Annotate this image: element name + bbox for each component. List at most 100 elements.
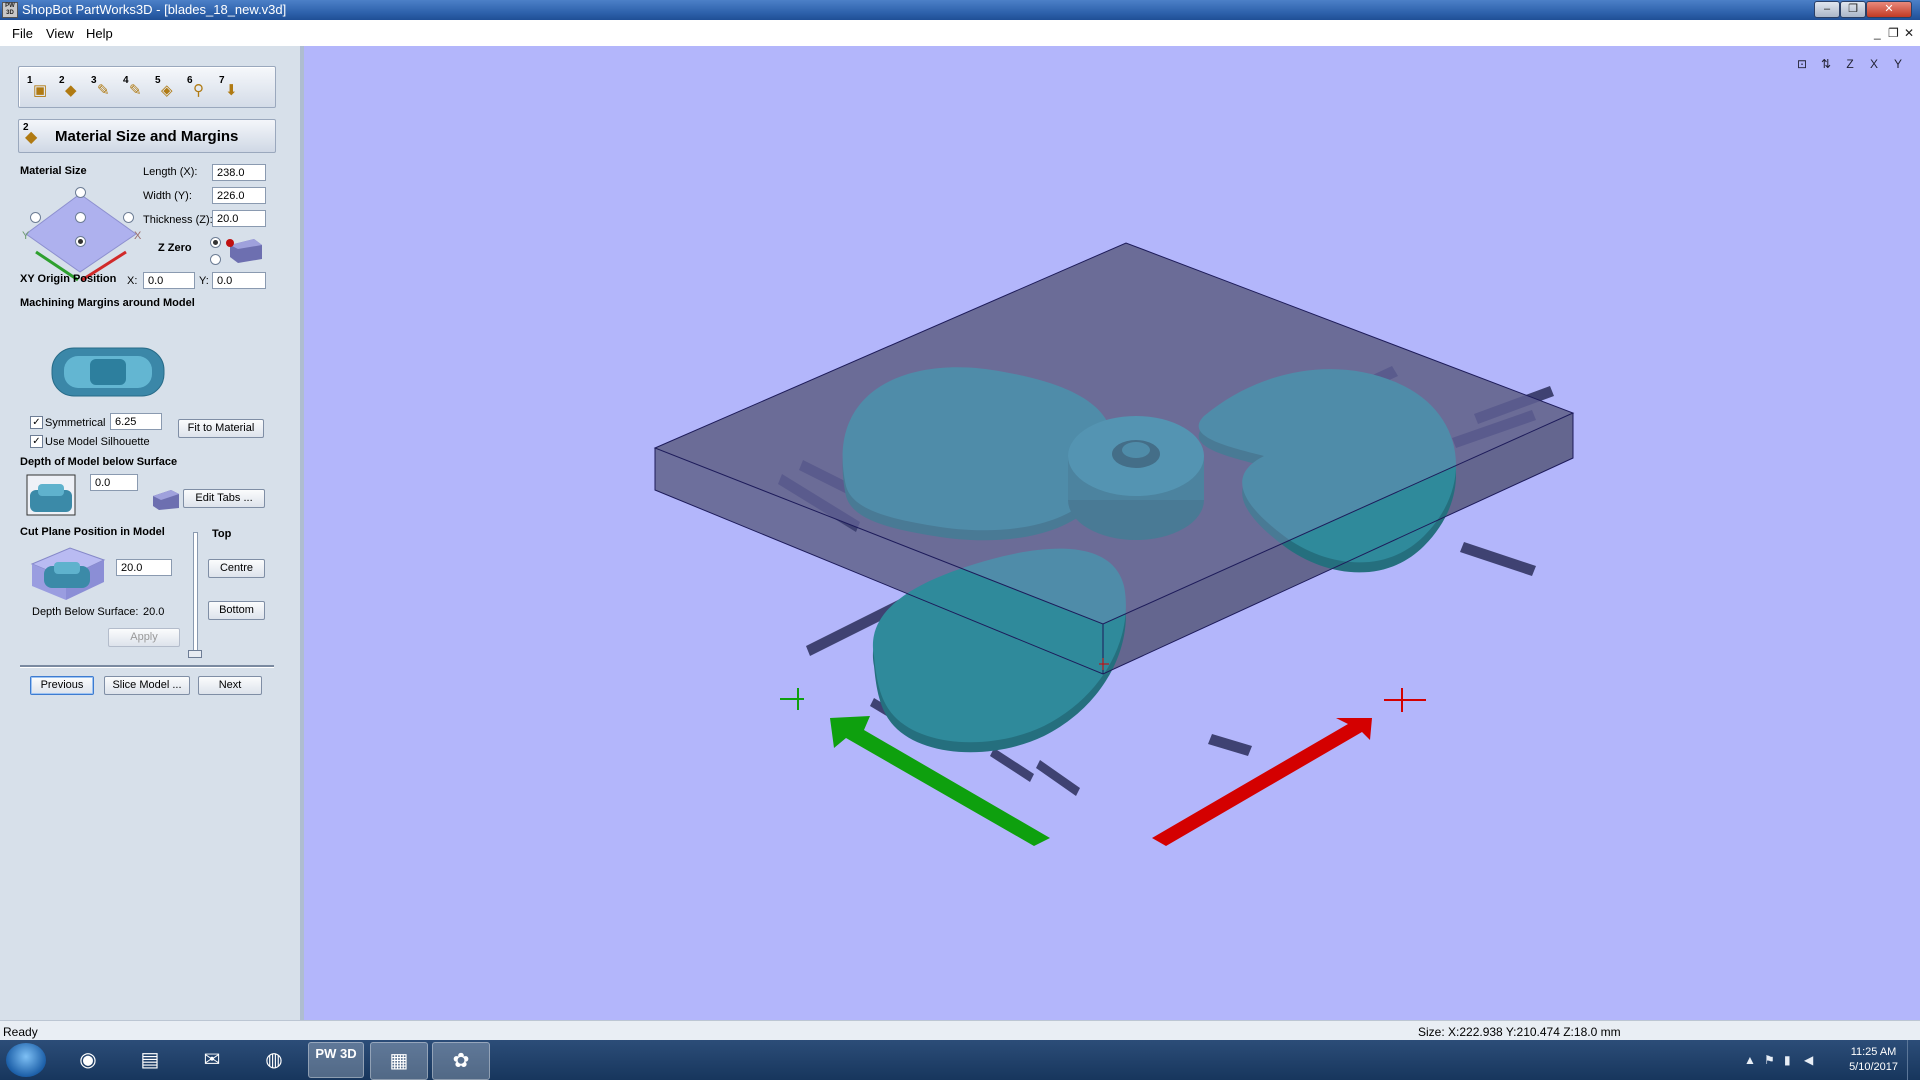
cut-plane-slider-thumb[interactable] <box>188 650 202 658</box>
y-axis-marker <box>780 688 804 710</box>
y-view-icon[interactable]: Y <box>1888 54 1908 74</box>
action-center-icon[interactable]: ⚑ <box>1764 1053 1775 1067</box>
network-icon[interactable]: ▮ <box>1784 1053 1791 1067</box>
slice-model-button[interactable]: Slice Model ... <box>104 676 190 695</box>
width-label: Width (Y): <box>143 190 192 202</box>
top-label: Top <box>212 528 232 540</box>
stage-5-button[interactable]: 5 ◈ <box>153 75 179 99</box>
xy-origin-heading: XY Origin Position <box>20 273 117 285</box>
z-view-icon[interactable]: Z <box>1840 54 1860 74</box>
firefox-icon[interactable]: ◍ <box>246 1042 302 1078</box>
thickness-input[interactable]: 20.0 <box>212 210 266 227</box>
origin-radio-right[interactable] <box>123 212 134 223</box>
paint-icon[interactable]: ✿ <box>432 1042 490 1080</box>
iso-view-icon[interactable]: ⇅ <box>1816 54 1836 74</box>
close-button[interactable]: ✕ <box>1866 1 1912 18</box>
menu-view[interactable]: View <box>46 26 74 41</box>
tabs-icon: ◈ <box>161 82 173 99</box>
title-bar: PW 3D ShopBot PartWorks3D - [blades_18_n… <box>0 0 1920 20</box>
z-zero-top-radio[interactable] <box>210 237 221 248</box>
origin-y-input[interactable]: 0.0 <box>212 272 266 289</box>
status-text: Ready <box>3 1025 38 1039</box>
origin-radio-bottom[interactable] <box>75 236 86 247</box>
apply-button[interactable]: Apply <box>108 628 180 647</box>
bottom-button[interactable]: Bottom <box>208 601 265 620</box>
symmetrical-checkbox[interactable]: ✓ <box>30 416 43 429</box>
system-tray: ▲ ⚑ ▮ ◀ 11:25 AM 5/10/2017 <box>1730 1040 1920 1080</box>
partworks3d-icon[interactable]: PW 3D <box>308 1042 364 1078</box>
y-axis-label: Y <box>22 230 30 242</box>
stage-toolbar: 1 ▣ 2 ◆ 3 ✎ 4 ✎ 5 ◈ 6 ⚲ 7 ⬇ <box>18 66 276 108</box>
chrome-icon[interactable]: ◉ <box>60 1042 116 1078</box>
restore-button[interactable]: ❐ <box>1840 1 1866 18</box>
origin-radio-left[interactable] <box>30 212 41 223</box>
use-silhouette-label: Use Model Silhouette <box>45 436 150 448</box>
model-icon: ▣ <box>33 82 48 99</box>
window-title: ShopBot PartWorks3D - [blades_18_new.v3d… <box>22 2 287 17</box>
centre-button[interactable]: Centre <box>208 559 265 578</box>
z-zero-block-icon <box>226 239 262 263</box>
margins-heading: Machining Margins around Model <box>20 297 195 309</box>
minimize-button[interactable]: – <box>1814 1 1840 18</box>
width-input[interactable]: 226.0 <box>212 187 266 204</box>
stage-3-button[interactable]: 3 ✎ <box>89 75 115 99</box>
origin-y-label: Y: <box>199 275 209 287</box>
files-icon[interactable]: ✉ <box>184 1042 240 1078</box>
symmetrical-label: Symmetrical <box>45 417 106 429</box>
fit-to-material-button[interactable]: Fit to Material <box>178 419 264 438</box>
stage-6-button[interactable]: 6 ⚲ <box>185 75 211 99</box>
model-silhouette-preview <box>51 347 165 397</box>
x-axis-marker <box>1384 688 1426 712</box>
taskbar: ◉ ▤ ✉ ◍ PW 3D ▦ ✿ ▲ ⚑ ▮ ◀ 11:25 AM 5/10/… <box>0 1040 1920 1080</box>
depth-heading: Depth of Model below Surface <box>20 456 178 468</box>
stage-2-button[interactable]: 2 ◆ <box>57 75 83 99</box>
model-size-readout: Size: X:222.938 Y:210.474 Z:18.0 mm <box>1418 1025 1621 1039</box>
start-button[interactable] <box>6 1043 46 1077</box>
status-bar: Ready Size: X:222.938 Y:210.474 Z:18.0 m… <box>0 1020 1920 1041</box>
tray-expand-icon[interactable]: ▲ <box>1744 1053 1756 1067</box>
menu-file[interactable]: File <box>12 26 33 41</box>
tabs-block-icon <box>153 490 179 510</box>
previous-button[interactable]: Previous <box>30 676 94 695</box>
length-input[interactable]: 238.0 <box>212 164 266 181</box>
save-icon: ⬇ <box>225 82 238 99</box>
z-zero-bottom-radio[interactable] <box>210 254 221 265</box>
length-label: Length (X): <box>143 166 198 178</box>
menu-bar: File View Help _ ❐ ✕ <box>0 20 1920 47</box>
x-view-icon[interactable]: X <box>1864 54 1884 74</box>
mdi-minimize-button[interactable]: _ <box>1874 26 1881 40</box>
cut-plane-input[interactable]: 20.0 <box>116 559 172 576</box>
finish-icon: ✎ <box>129 82 142 99</box>
mdi-restore-button[interactable]: ❐ <box>1888 26 1899 40</box>
depth-input[interactable]: 0.0 <box>90 474 138 491</box>
3d-viewport[interactable]: ⊡ ⇅ Z X Y <box>304 46 1920 1020</box>
menu-help[interactable]: Help <box>86 26 113 41</box>
scene <box>653 242 1575 846</box>
edit-tabs-button[interactable]: Edit Tabs ... <box>183 489 265 508</box>
panel-divider <box>20 665 274 668</box>
stage-4-button[interactable]: 4 ✎ <box>121 75 147 99</box>
vcarve-icon[interactable]: ▦ <box>370 1042 428 1080</box>
clock[interactable]: 11:25 AM 5/10/2017 <box>1849 1045 1898 1075</box>
x-axis-arrow <box>1152 718 1372 846</box>
app-icon: PW 3D <box>2 2 18 18</box>
next-button[interactable]: Next <box>198 676 262 695</box>
depth-diagram <box>26 474 76 516</box>
mdi-close-button[interactable]: ✕ <box>1904 26 1914 40</box>
fit-view-icon[interactable]: ⊡ <box>1792 54 1812 74</box>
stage-1-button[interactable]: 1 ▣ <box>25 75 51 99</box>
depth-below-surface-label: Depth Below Surface: <box>32 606 139 618</box>
origin-radio-center[interactable] <box>75 212 86 223</box>
show-desktop-button[interactable] <box>1907 1040 1920 1080</box>
material-size-heading: Material Size <box>20 165 87 177</box>
cut-plane-slider-track[interactable] <box>193 532 198 658</box>
cut-plane-heading: Cut Plane Position in Model <box>20 526 165 538</box>
section-title: Material Size and Margins <box>55 128 239 145</box>
stage-7-button[interactable]: 7 ⬇ <box>217 75 243 99</box>
origin-radio-top[interactable] <box>75 187 86 198</box>
explorer-icon[interactable]: ▤ <box>122 1042 178 1078</box>
use-silhouette-checkbox[interactable]: ✓ <box>30 435 43 448</box>
margin-input[interactable]: 6.25 <box>110 413 162 430</box>
volume-icon[interactable]: ◀ <box>1804 1053 1813 1067</box>
origin-x-input[interactable]: 0.0 <box>143 272 195 289</box>
